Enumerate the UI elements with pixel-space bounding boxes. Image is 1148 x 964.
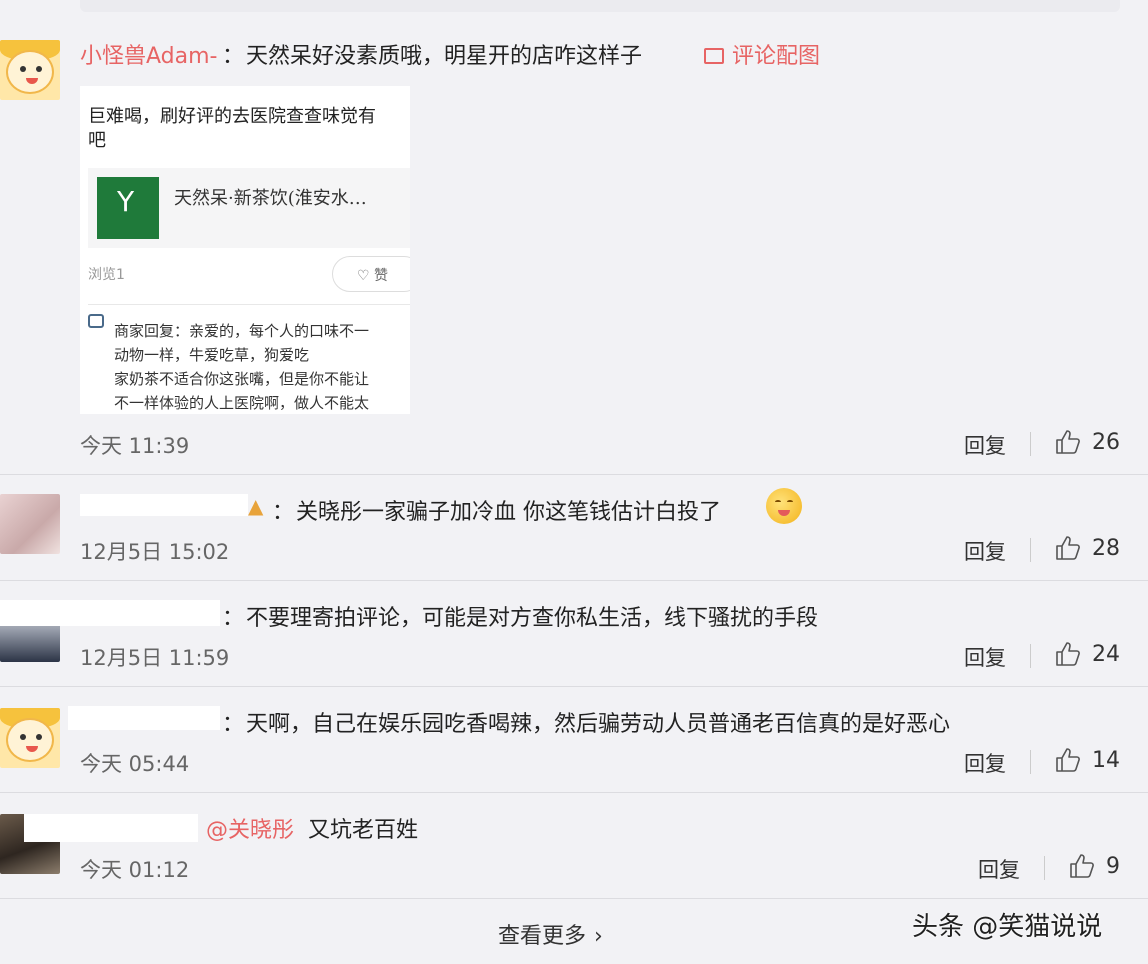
user-avatar[interactable] bbox=[0, 40, 60, 100]
comment-text: 天然呆好没素质哦，明星开的店咋这样子 bbox=[246, 44, 643, 69]
comment-time: 今天 05:44 bbox=[80, 752, 190, 776]
shop-name: 天然呆·新茶饮(淮安水… bbox=[174, 188, 367, 209]
action-separator bbox=[1030, 750, 1031, 774]
user-avatar[interactable] bbox=[0, 708, 60, 768]
thumbs-up-icon[interactable] bbox=[1054, 640, 1082, 668]
like-count: 24 bbox=[1092, 642, 1120, 667]
user-avatar[interactable] bbox=[0, 494, 60, 554]
like-count: 14 bbox=[1092, 748, 1120, 773]
redacted-username bbox=[80, 494, 248, 516]
merchant-reply-line: 动物一样，牛爱吃草，狗爱吃 bbox=[114, 346, 310, 364]
leaf-icon: Y bbox=[117, 185, 135, 218]
thumbs-up-icon[interactable] bbox=[1068, 852, 1096, 880]
comment-divider bbox=[0, 898, 1148, 899]
shop-card: Y 天然呆·新茶饮(淮安水… bbox=[88, 168, 410, 248]
reply-button[interactable]: 回复 bbox=[964, 748, 1006, 778]
reply-button[interactable]: 回复 bbox=[964, 536, 1006, 566]
comment-divider bbox=[0, 686, 1148, 687]
comment-time: 12月5日 11:59 bbox=[80, 646, 230, 670]
reply-button[interactable]: 回复 bbox=[978, 854, 1020, 884]
thumb-icon: ♡ bbox=[357, 268, 375, 284]
chevron-right-icon: › bbox=[594, 924, 603, 949]
review-text-line: 吧 bbox=[88, 130, 106, 151]
view-more-button[interactable]: 查看更多 › bbox=[498, 918, 603, 950]
like-count: 26 bbox=[1092, 430, 1120, 455]
colon-separator: ： bbox=[272, 500, 295, 525]
top-edge-strip bbox=[80, 0, 1120, 12]
redacted-username bbox=[0, 600, 220, 626]
smile-emoji-icon bbox=[766, 488, 802, 524]
reply-button[interactable]: 回复 bbox=[964, 430, 1006, 460]
comment-time: 今天 11:39 bbox=[80, 434, 190, 458]
reply-button[interactable]: 回复 bbox=[964, 642, 1006, 672]
comment-image-link[interactable]: 评论配图 bbox=[704, 38, 820, 70]
comment-divider bbox=[0, 792, 1148, 793]
badge-icon: ▲ bbox=[248, 494, 264, 518]
watermark: 头条 @笑猫说说 bbox=[912, 912, 1103, 942]
thumbs-up-icon[interactable] bbox=[1054, 746, 1082, 774]
action-separator bbox=[1044, 856, 1045, 880]
view-count: 浏览1 bbox=[88, 267, 125, 283]
chat-bubble-icon bbox=[88, 314, 104, 328]
merchant-reply-line: 不一样体验的人上医院啊，做人不能太 bbox=[114, 394, 370, 412]
colon-separator: ： bbox=[222, 44, 245, 69]
comment-text: 又坑老百姓 bbox=[308, 818, 419, 843]
comment-text: 天啊，自己在娱乐园吃香喝辣，然后骗劳动人员普通老百信真的是好恶心 bbox=[246, 712, 951, 737]
picture-icon bbox=[704, 48, 724, 64]
colon-separator: ： bbox=[222, 712, 245, 737]
comment-divider bbox=[0, 580, 1148, 581]
comment-time: 12月5日 15:02 bbox=[80, 540, 230, 564]
comment-username[interactable]: 小怪兽Adam- bbox=[80, 38, 217, 70]
merchant-reply-line: 商家回复：亲爱的，每个人的口味不一 bbox=[114, 322, 370, 340]
comment-divider bbox=[0, 474, 1148, 475]
shop-logo: Y bbox=[97, 177, 159, 239]
comment-attached-image[interactable]: 巨难喝，刷好评的去医院查查味觉有 吧 Y 天然呆·新茶饮(淮安水… 浏览1 ♡ … bbox=[80, 86, 410, 414]
review-text-line: 巨难喝，刷好评的去医院查查味觉有 bbox=[88, 106, 376, 127]
redacted-username bbox=[24, 814, 198, 842]
like-count: 9 bbox=[1106, 854, 1120, 879]
merchant-reply-line: 家奶茶不适合你这张嘴，但是你不能让 bbox=[114, 370, 370, 388]
comment-text: 关晓彤一家骗子加冷血 你这笔钱估计白投了 bbox=[296, 500, 721, 525]
mention-link[interactable]: @关晓彤 bbox=[206, 812, 294, 844]
divider bbox=[88, 304, 410, 305]
action-separator bbox=[1030, 432, 1031, 456]
comment-text: 不要理寄拍评论，可能是对方查你私生活，线下骚扰的手段 bbox=[246, 606, 819, 631]
like-pill: ♡ 赞 bbox=[332, 256, 410, 292]
thumbs-up-icon[interactable] bbox=[1054, 428, 1082, 456]
thumbs-up-icon[interactable] bbox=[1054, 534, 1082, 562]
colon-separator: ： bbox=[222, 606, 245, 631]
action-separator bbox=[1030, 538, 1031, 562]
action-separator bbox=[1030, 644, 1031, 668]
redacted-username bbox=[68, 706, 220, 730]
comment-time: 今天 01:12 bbox=[80, 858, 190, 882]
like-count: 28 bbox=[1092, 536, 1120, 561]
